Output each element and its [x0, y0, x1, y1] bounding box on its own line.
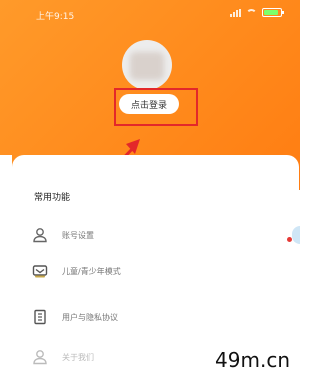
- menu-item-label: 关于我们: [62, 352, 94, 362]
- avatar[interactable]: [122, 40, 172, 90]
- child-mode-icon: [32, 263, 48, 279]
- battery-icon: [262, 8, 284, 17]
- menu-item-label: 账号设置: [62, 230, 94, 240]
- menu-item-label: 儿童/青少年模式: [62, 266, 121, 276]
- status-bar: 上午9:15: [0, 0, 300, 26]
- side-edge: [0, 155, 12, 378]
- menu-item-label: 用户与隐私协议: [62, 312, 118, 322]
- floating-edge-button[interactable]: [292, 226, 300, 244]
- menu-item-child-mode[interactable]: 儿童/青少年模式: [32, 259, 272, 283]
- card-title: 常用功能: [34, 193, 71, 203]
- wifi-icon: [246, 8, 257, 17]
- functions-card: 常用功能 账号设置 儿童/青少年模式 用户与隐私协议 关于我们: [12, 155, 299, 378]
- document-icon: [32, 309, 48, 325]
- screen: 上午9:15 点击登录 常用功能 账号设置 儿童/青少年模式 用户与隐私协议 关…: [0, 0, 300, 378]
- signal-icon: [230, 8, 241, 17]
- highlight-box: [114, 88, 198, 126]
- user-icon: [32, 227, 48, 243]
- status-time: 上午9:15: [36, 12, 75, 22]
- menu-item-privacy-agreement[interactable]: 用户与隐私协议: [32, 305, 272, 329]
- menu-item-account-settings[interactable]: 账号设置: [32, 223, 272, 247]
- about-icon: [32, 349, 48, 365]
- notification-dot: [287, 237, 292, 242]
- watermark: 49m.cn: [215, 348, 290, 372]
- status-icons: [230, 8, 284, 17]
